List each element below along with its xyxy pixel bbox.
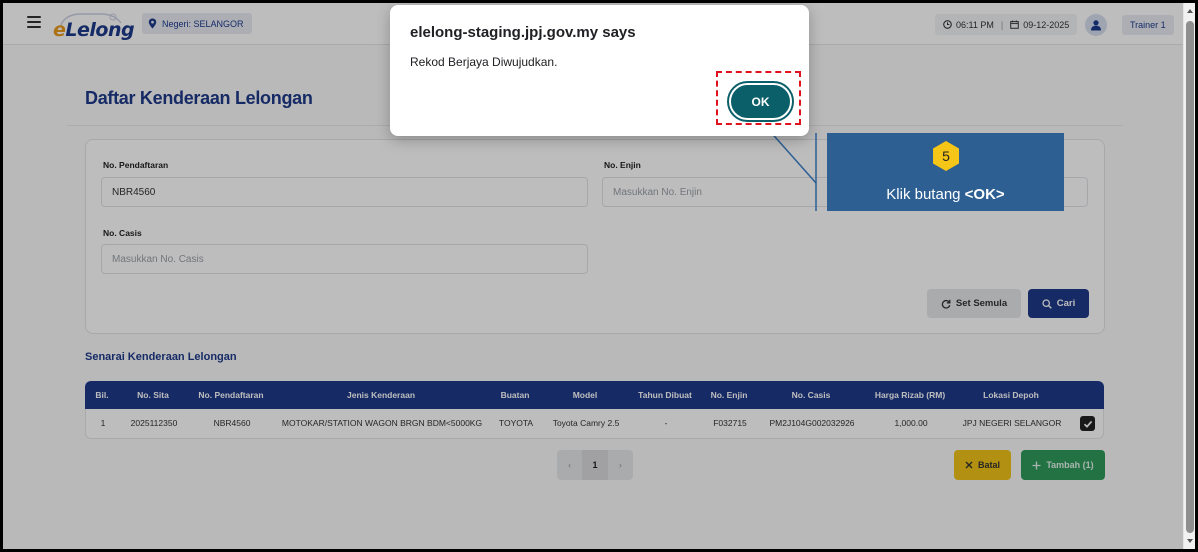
tutorial-callout: 5 Klik butang <OK> <box>827 133 1064 211</box>
step-badge: 5 <box>930 140 962 172</box>
browser-viewport: eLelong Negeri: SELANGOR 06:11 PM | 09-1… <box>3 3 1195 549</box>
step-number: 5 <box>942 148 950 164</box>
scroll-down-icon[interactable] <box>1186 537 1194 545</box>
callout-text-emphasis: <OK> <box>964 186 1005 203</box>
callout-text-prefix: Klik butang <box>886 186 965 203</box>
page-scrollbar[interactable] <box>1183 3 1195 549</box>
scroll-up-icon[interactable] <box>1186 7 1194 15</box>
scrollbar-thumb[interactable] <box>1186 21 1194 533</box>
dialog-message: Rekod Berjaya Diwujudkan. <box>410 55 558 69</box>
ok-button-highlight <box>716 71 801 125</box>
callout-text: Klik butang <OK> <box>827 186 1064 203</box>
dialog-title: elelong-staging.jpj.gov.my says <box>410 24 636 41</box>
